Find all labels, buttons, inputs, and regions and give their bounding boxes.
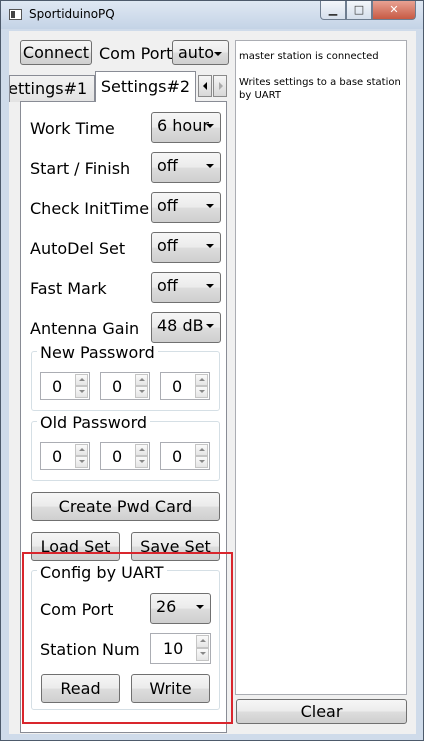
old-password-spinbox-1[interactable]: 0 — [40, 442, 90, 470]
work-time-select[interactable]: 6 hour — [151, 112, 221, 143]
fast-mark-label: Fast Mark — [30, 279, 107, 298]
fast-mark-value: off — [157, 276, 178, 295]
create-pwd-card-button[interactable]: Create Pwd Card — [31, 492, 220, 521]
connect-button[interactable]: Connect — [20, 40, 92, 65]
write-button[interactable]: Write — [131, 674, 210, 703]
maximize-button[interactable]: □ — [346, 1, 372, 20]
client-area: Connect Com Port auto Settings#1 Setting… — [9, 31, 416, 734]
station-num-spinbox[interactable]: 10 — [150, 633, 211, 664]
antenna-gain-label: Antenna Gain — [30, 319, 140, 338]
start-finish-value: off — [157, 156, 178, 175]
new-password-spinbox-2[interactable]: 0 — [100, 372, 150, 400]
window-title: SportiduinoPQ — [29, 7, 115, 21]
old-password-group: Old Password 0 0 0 — [31, 413, 220, 481]
station-num-value: 10 — [163, 639, 184, 658]
spin-arrows-icon[interactable] — [195, 374, 208, 398]
autodel-set-value: off — [157, 236, 178, 255]
old-password-value-2: 0 — [112, 447, 123, 466]
new-password-spinbox-3[interactable]: 0 — [160, 372, 210, 400]
fast-mark-select[interactable]: off — [151, 272, 221, 303]
tab-scroll-right-button[interactable] — [213, 75, 227, 97]
app-window: SportiduinoPQ ▁ □ ✕ Connect Com Port aut… — [0, 0, 424, 741]
old-password-spinbox-2[interactable]: 0 — [100, 442, 150, 470]
config-by-uart-title: Config by UART — [37, 563, 167, 582]
check-inittime-value: off — [157, 196, 178, 215]
start-finish-label: Start / Finish — [30, 159, 131, 178]
spin-arrows-icon[interactable] — [196, 635, 209, 662]
antenna-gain-select[interactable]: 48 dB — [151, 312, 221, 343]
old-password-value-1: 0 — [52, 447, 63, 466]
old-password-value-3: 0 — [172, 447, 183, 466]
autodel-set-select[interactable]: off — [151, 232, 221, 263]
log-line: master station is connected — [239, 51, 379, 62]
save-set-button[interactable]: Save Set — [131, 532, 220, 561]
work-time-value: 6 hour — [157, 116, 209, 135]
uart-com-port-label: Com Port — [40, 600, 114, 619]
com-port-value: auto — [178, 43, 215, 62]
check-inittime-label: Check InitTime — [30, 199, 150, 218]
com-port-select[interactable]: auto — [172, 40, 229, 65]
clear-button[interactable]: Clear — [236, 699, 407, 724]
autodel-set-label: AutoDel Set — [30, 239, 126, 258]
new-password-value-2: 0 — [112, 377, 123, 396]
tab-settings-1[interactable]: Settings#1 — [9, 75, 95, 102]
old-password-spinbox-3[interactable]: 0 — [160, 442, 210, 470]
spin-arrows-icon[interactable] — [75, 444, 88, 468]
new-password-spinbox-1[interactable]: 0 — [40, 372, 90, 400]
antenna-gain-value: 48 dB — [157, 316, 204, 335]
spin-arrows-icon[interactable] — [135, 444, 148, 468]
spin-arrows-icon[interactable] — [195, 444, 208, 468]
read-button[interactable]: Read — [41, 674, 120, 703]
chevron-down-icon — [206, 124, 214, 128]
work-time-label: Work Time — [30, 119, 115, 138]
chevron-down-icon — [196, 605, 204, 609]
station-num-label: Station Num — [40, 640, 140, 659]
settings-tab-panel: Work Time 6 hour Start / Finish off Chec… — [20, 101, 227, 733]
new-password-title: New Password — [37, 343, 158, 362]
chevron-down-icon — [206, 324, 214, 328]
chevron-left-icon — [203, 82, 207, 90]
app-icon — [9, 9, 22, 20]
new-password-value-1: 0 — [52, 377, 63, 396]
chevron-right-icon — [219, 82, 223, 90]
new-password-value-3: 0 — [172, 377, 183, 396]
com-port-label: Com Port — [99, 44, 173, 63]
spin-arrows-icon[interactable] — [75, 374, 88, 398]
tab-scroll-left-button[interactable] — [198, 75, 212, 97]
chevron-down-icon — [206, 164, 214, 168]
minimize-button[interactable]: ▁ — [320, 1, 346, 20]
old-password-title: Old Password — [37, 413, 151, 432]
new-password-group: New Password 0 0 0 — [31, 343, 220, 411]
log-text-area[interactable]: master station is connected Writes setti… — [235, 40, 407, 695]
uart-com-port-value: 26 — [156, 597, 177, 616]
title-bar[interactable]: SportiduinoPQ ▁ □ ✕ — [1, 1, 423, 29]
log-line: Writes settings to a base station by UAR… — [239, 77, 401, 101]
config-by-uart-group: Config by UART Com Port 26 Station Num 1… — [31, 563, 220, 710]
spin-arrows-icon[interactable] — [135, 374, 148, 398]
chevron-down-icon — [206, 284, 214, 288]
uart-com-port-select[interactable]: 26 — [150, 593, 211, 624]
chevron-down-icon — [206, 204, 214, 208]
check-inittime-select[interactable]: off — [151, 192, 221, 223]
load-set-button[interactable]: Load Set — [31, 532, 120, 561]
chevron-down-icon — [214, 52, 222, 56]
start-finish-select[interactable]: off — [151, 152, 221, 183]
chevron-down-icon — [206, 244, 214, 248]
tab-settings-2[interactable]: Settings#2 — [95, 71, 196, 102]
close-button[interactable]: ✕ — [372, 1, 416, 20]
